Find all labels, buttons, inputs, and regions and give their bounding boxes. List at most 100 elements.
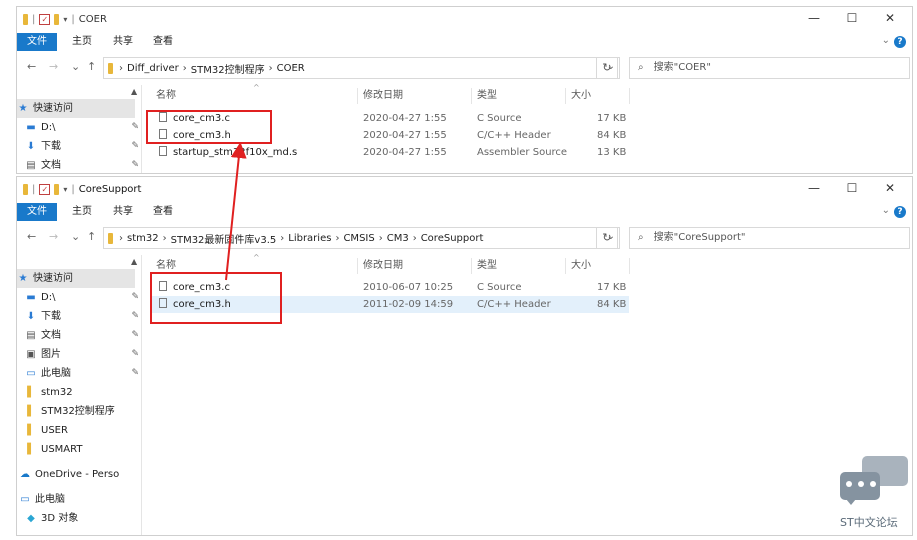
sidebar-item-documents[interactable]: ▤ 文档 ✎: [17, 156, 143, 173]
sidebar-item-quick-access[interactable]: ★ 快速访问: [17, 99, 135, 118]
breadcrumb-segment[interactable]: STM32控制程序: [191, 61, 265, 76]
chevron-right-icon[interactable]: ›: [335, 233, 339, 244]
file-row[interactable]: startup_stm32f10x_md.s 2020-04-27 1:55 A…: [151, 144, 629, 161]
up-button[interactable]: ↑: [87, 60, 96, 73]
chevron-right-icon[interactable]: ›: [379, 233, 383, 244]
address-bar[interactable]: › stm32 › STM32最新固件库v3.5 › Libraries › C…: [103, 227, 620, 249]
properties-icon[interactable]: ✓: [39, 14, 51, 25]
properties-icon[interactable]: ✓: [39, 184, 51, 195]
sidebar-item-this-pc[interactable]: ▭ 此电脑 ✎: [17, 364, 143, 383]
sidebar-item-3d-objects[interactable]: ◆ 3D 对象: [17, 509, 143, 528]
breadcrumb-segment[interactable]: CMSIS: [343, 233, 374, 244]
search-icon: ⌕: [638, 62, 644, 73]
sidebar-item-stm32[interactable]: ▌ stm32: [17, 383, 143, 402]
back-button[interactable]: ←: [27, 230, 36, 243]
sidebar-item-onedrive[interactable]: ☁ OneDrive - Perso: [17, 465, 137, 484]
assembler-file-icon: [159, 146, 167, 156]
column-header-date[interactable]: 修改日期: [363, 87, 403, 105]
forward-button[interactable]: →: [49, 230, 58, 243]
scroll-up-icon[interactable]: ▲: [131, 87, 137, 96]
sidebar-item-user[interactable]: ▌ USER: [17, 421, 143, 440]
back-button[interactable]: ←: [27, 60, 36, 73]
tab-share[interactable]: 共享: [113, 203, 133, 221]
sidebar-item-this-pc-root[interactable]: ▭ 此电脑: [17, 490, 137, 509]
document-icon: ▤: [26, 160, 36, 171]
address-bar[interactable]: › Diff_driver › STM32控制程序 › COER ⌄: [103, 57, 620, 79]
sidebar-item-quick-access[interactable]: ★ 快速访问: [17, 269, 135, 288]
customize-toolbar-icon[interactable]: ▾: [63, 15, 67, 24]
breadcrumb-segment[interactable]: Libraries: [288, 233, 331, 244]
column-header-size[interactable]: 大小: [571, 257, 591, 275]
recent-locations-button[interactable]: ⌄: [71, 230, 80, 243]
chevron-right-icon[interactable]: ›: [280, 233, 284, 244]
close-button[interactable]: ✕: [871, 11, 909, 25]
chevron-right-icon[interactable]: ›: [119, 63, 123, 74]
chat-bubble-icon: [846, 481, 876, 487]
close-button[interactable]: ✕: [871, 181, 909, 195]
minimize-button[interactable]: —: [795, 181, 833, 195]
new-folder-icon[interactable]: [54, 184, 60, 195]
column-header-date[interactable]: 修改日期: [363, 257, 403, 275]
ribbon-tabs: 文件 主页 共享 查看 ⌄ ?: [17, 33, 912, 51]
breadcrumb-segment[interactable]: COER: [277, 63, 305, 74]
tab-view[interactable]: 查看: [153, 33, 173, 51]
sidebar-item-documents[interactable]: ▤ 文档 ✎: [17, 326, 143, 345]
tab-file[interactable]: 文件: [17, 203, 57, 221]
sort-arrow-icon: ^: [253, 83, 260, 92]
up-button[interactable]: ↑: [87, 230, 96, 243]
chevron-right-icon[interactable]: ›: [119, 233, 123, 244]
tab-home[interactable]: 主页: [72, 203, 92, 221]
customize-toolbar-icon[interactable]: ▾: [63, 185, 67, 194]
sort-arrow-icon: ^: [253, 253, 260, 262]
scroll-up-icon[interactable]: ▲: [131, 257, 137, 266]
minimize-button[interactable]: —: [795, 11, 833, 25]
chevron-right-icon[interactable]: ›: [269, 63, 273, 74]
sidebar-item-downloads[interactable]: ⬇ 下载 ✎: [17, 137, 143, 156]
pin-icon: ✎: [131, 160, 139, 170]
help-icon[interactable]: ?: [894, 36, 906, 48]
tab-home[interactable]: 主页: [72, 33, 92, 51]
breadcrumb-segment[interactable]: Diff_driver: [127, 63, 179, 74]
column-header-type[interactable]: 类型: [477, 257, 497, 275]
column-header-type[interactable]: 类型: [477, 87, 497, 105]
sidebar-item-pictures[interactable]: ▣ 图片 ✎: [17, 345, 143, 364]
breadcrumb-segment[interactable]: CM3: [387, 233, 409, 244]
chevron-right-icon[interactable]: ›: [163, 233, 167, 244]
sidebar-item-d-drive[interactable]: ▬ D:\ ✎: [17, 288, 143, 307]
title-bar: | ✓ ▾ | CoreSupport — ☐ ✕: [17, 177, 912, 203]
sidebar-item-usmart[interactable]: ▌ USMART: [17, 440, 143, 459]
folder-icon: ▌: [27, 387, 35, 398]
breadcrumb-segment[interactable]: stm32: [127, 233, 159, 244]
sidebar-item-d-drive[interactable]: ▬ D:\ ✎: [17, 118, 143, 137]
expand-ribbon-icon[interactable]: ⌄: [882, 35, 890, 46]
maximize-button[interactable]: ☐: [833, 181, 871, 195]
maximize-button[interactable]: ☐: [833, 11, 871, 25]
forward-button[interactable]: →: [49, 60, 58, 73]
tab-share[interactable]: 共享: [113, 33, 133, 51]
pin-icon: ✎: [131, 349, 139, 359]
forum-watermark: ST中文论坛: [838, 456, 910, 536]
chevron-right-icon[interactable]: ›: [413, 233, 417, 244]
tab-view[interactable]: 查看: [153, 203, 173, 221]
help-icon[interactable]: ?: [894, 206, 906, 218]
column-header-size[interactable]: 大小: [571, 87, 591, 105]
search-input[interactable]: ⌕ 搜索"CoreSupport": [629, 227, 910, 249]
refresh-button[interactable]: ↻: [596, 57, 618, 79]
recent-locations-button[interactable]: ⌄: [71, 60, 80, 73]
column-header-name[interactable]: 名称: [156, 87, 176, 105]
folder-icon: [108, 232, 113, 244]
expand-ribbon-icon[interactable]: ⌄: [882, 205, 890, 216]
refresh-button[interactable]: ↻: [596, 227, 618, 249]
new-folder-icon[interactable]: [54, 14, 60, 25]
search-input[interactable]: ⌕ 搜索"COER": [629, 57, 910, 79]
chevron-right-icon[interactable]: ›: [183, 63, 187, 74]
sidebar-item-downloads[interactable]: ⬇ 下载 ✎: [17, 307, 143, 326]
picture-icon: ▣: [26, 349, 36, 360]
search-placeholder: 搜索"COER": [653, 62, 711, 73]
tab-file[interactable]: 文件: [17, 33, 57, 51]
sidebar-item-stm32-control[interactable]: ▌ STM32控制程序: [17, 402, 143, 421]
search-icon: ⌕: [638, 232, 644, 243]
breadcrumb-segment[interactable]: STM32最新固件库v3.5: [171, 231, 277, 246]
pin-icon: ✎: [131, 292, 139, 302]
breadcrumb-segment[interactable]: CoreSupport: [421, 233, 484, 244]
